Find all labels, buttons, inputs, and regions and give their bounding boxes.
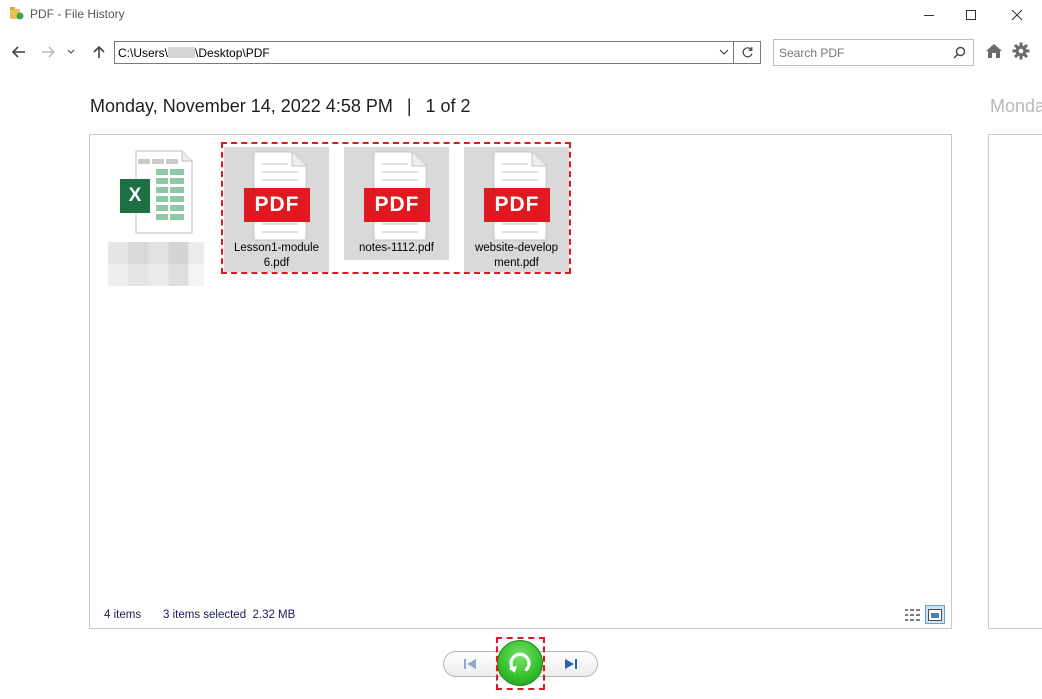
next-snapshot-panel[interactable] <box>988 134 1042 629</box>
pdf-badge-label: PDF <box>374 193 420 216</box>
pdf-badge-label: PDF <box>254 193 300 216</box>
search-icon <box>953 46 966 59</box>
window-title: PDF - File History <box>30 7 125 21</box>
snapshot-header: Monday, November 14, 2022 4:58 PM | 1 of 2 <box>90 96 471 117</box>
file-name-line: notes-1112.pdf <box>358 242 435 254</box>
chevron-down-icon <box>719 49 729 55</box>
arrow-left-icon <box>12 46 25 58</box>
file-name-line: 6.pdf <box>263 257 290 269</box>
next-version-icon <box>565 659 577 669</box>
file-item-lesson1[interactable]: PDF Lesson1-module 6.pdf <box>224 147 329 272</box>
back-button[interactable] <box>10 42 28 62</box>
minimize-icon <box>924 15 934 16</box>
arrow-right-icon <box>42 46 55 58</box>
redacted-username <box>168 47 196 58</box>
maximize-icon <box>966 10 976 20</box>
redacted-filename <box>108 242 204 286</box>
previous-version-button[interactable] <box>455 655 485 673</box>
file-item-notes[interactable]: PDF notes-1112.pdf <box>344 147 449 260</box>
gear-icon[interactable] <box>1012 42 1030 60</box>
previous-version-icon <box>464 659 476 669</box>
file-name: Lesson1-module 6.pdf <box>224 241 329 271</box>
home-icon[interactable] <box>985 43 1003 59</box>
item-count: 4 items <box>104 609 142 621</box>
maximize-button[interactable] <box>948 0 994 30</box>
forward-button[interactable] <box>39 42 57 62</box>
next-version-button[interactable] <box>556 655 586 673</box>
minimize-button[interactable] <box>906 0 952 30</box>
search-box[interactable]: Search PDF <box>773 39 974 66</box>
arrow-up-icon <box>93 45 105 58</box>
file-name-line: website-develop <box>474 242 559 254</box>
refresh-icon <box>742 47 753 58</box>
excel-badge-letter: X <box>128 185 142 206</box>
folder-file-history-icon <box>10 7 24 20</box>
file-name: website-develop ment.pdf <box>464 241 569 271</box>
file-name-line: Lesson1-module <box>233 242 320 254</box>
address-suffix: \Desktop\PDF <box>195 46 270 60</box>
close-button[interactable] <box>994 0 1040 30</box>
address-prefix: C:\Users\ <box>118 46 169 60</box>
snapshot-datetime: Monday, November 14, 2022 4:58 PM <box>90 96 393 116</box>
refresh-button[interactable] <box>734 41 761 64</box>
recent-locations-button[interactable] <box>64 42 78 62</box>
header-separator: | <box>406 96 412 116</box>
title-bar: PDF - File History <box>0 0 1042 30</box>
next-snapshot-header[interactable]: Monday <box>990 96 1042 117</box>
search-placeholder: Search PDF <box>779 46 845 60</box>
address-dropdown-button[interactable] <box>715 42 733 63</box>
restore-button[interactable] <box>497 640 543 686</box>
file-history-window: PDF - File History C:\Users\ \Desktop\PDF <box>0 0 1042 699</box>
restore-icon <box>508 652 531 673</box>
snapshot-position: 1 of 2 <box>425 96 471 116</box>
selection-info: 3 items selected 2.32 MB <box>163 609 296 621</box>
file-name-line: ment.pdf <box>494 257 539 269</box>
file-item-website[interactable]: PDF website-develop ment.pdf <box>464 147 569 272</box>
excel-file-item[interactable]: X <box>108 147 204 287</box>
pdf-badge-label: PDF <box>494 193 540 216</box>
details-view-icon[interactable] <box>904 607 922 623</box>
address-path: C:\Users\ \Desktop\PDF <box>118 46 270 60</box>
large-icons-view-button[interactable] <box>925 605 945 624</box>
address-bar[interactable]: C:\Users\ \Desktop\PDF <box>114 41 734 64</box>
large-icons-view-icon <box>928 608 942 621</box>
chevron-down-icon <box>67 49 75 54</box>
close-icon <box>1011 9 1023 21</box>
up-button[interactable] <box>91 42 107 62</box>
file-name: notes-1112.pdf <box>344 241 449 256</box>
